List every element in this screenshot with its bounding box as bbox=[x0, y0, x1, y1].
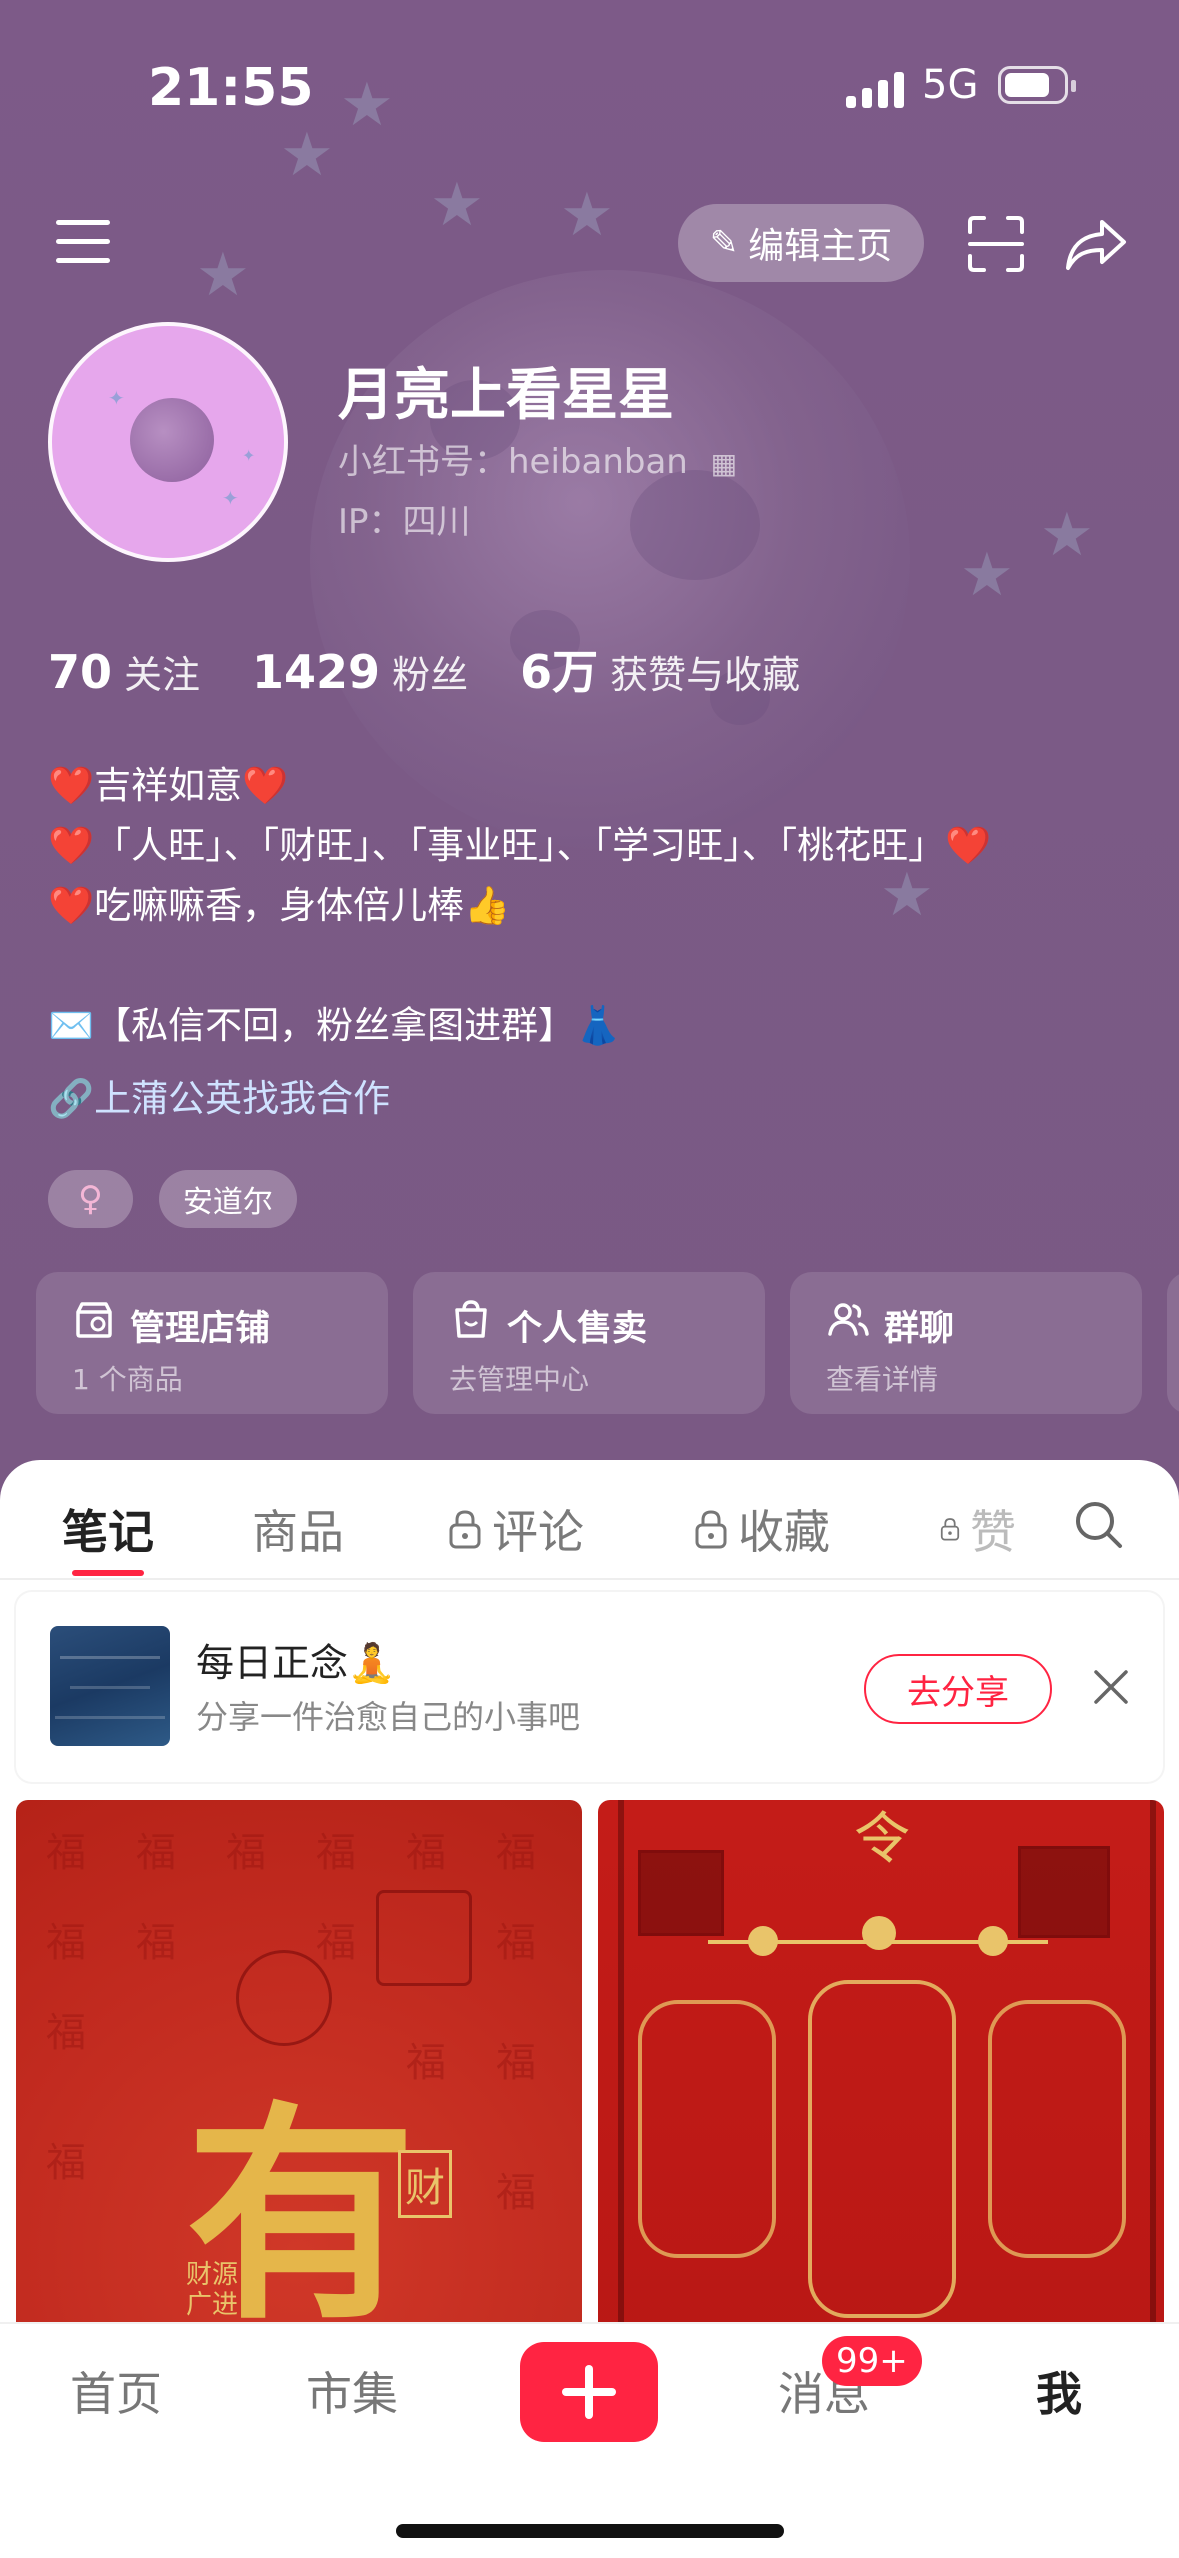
tab-comments[interactable]: 评论 bbox=[448, 1496, 584, 1562]
profile-tabs: 笔记 商品 评论 收藏 赞 bbox=[0, 1460, 1179, 1580]
menu-icon[interactable] bbox=[56, 220, 112, 264]
card-title: 群聊 bbox=[884, 1309, 955, 1349]
stat-value: 6万 bbox=[520, 645, 599, 699]
avatar[interactable]: ✦ ✦ ✦ bbox=[48, 322, 288, 562]
card-title: 个人售卖 bbox=[507, 1309, 648, 1349]
qr-code-icon[interactable]: ▦ bbox=[711, 447, 737, 480]
ip-location: IP：四川 bbox=[338, 502, 471, 542]
tab-label: 赞 bbox=[970, 1505, 1016, 1559]
stat-label: 粉丝 bbox=[392, 653, 469, 697]
group-users-icon bbox=[828, 1303, 869, 1336]
nav-market[interactable]: 市集 bbox=[306, 2358, 398, 2424]
home-indicator bbox=[396, 2524, 784, 2538]
profile-nickname: 月亮上看星星 bbox=[338, 363, 674, 428]
battery-icon bbox=[998, 66, 1076, 104]
feature-cards: 管理店铺 1 个商品 个人售卖 去管理中心 群聊 查看详情 bbox=[36, 1272, 1179, 1414]
lock-icon bbox=[695, 1510, 727, 1549]
cellular-signal-icon bbox=[846, 68, 908, 108]
top-navigation: ✎ 编辑主页 bbox=[0, 196, 1179, 296]
nav-me[interactable]: 我 bbox=[1036, 2358, 1082, 2424]
location-tag: 安道尔 bbox=[158, 1170, 297, 1228]
create-post-button[interactable] bbox=[520, 2342, 658, 2442]
bio-line: ❤️吃嘛嘛香，身体倍儿棒👍 bbox=[48, 884, 511, 927]
message-badge: 99+ bbox=[822, 2336, 922, 2386]
network-type: 5G bbox=[922, 62, 979, 108]
pencil-icon: ✎ bbox=[709, 223, 739, 263]
edit-profile-button[interactable]: ✎ 编辑主页 bbox=[678, 204, 924, 282]
tab-label: 评论 bbox=[492, 1505, 584, 1559]
edit-profile-label: 编辑主页 bbox=[748, 226, 893, 267]
lock-icon bbox=[449, 1510, 481, 1549]
bio-line: ❤️「人旺」、「财旺」、「事业旺」、「学习旺」、「桃花旺」❤️ bbox=[48, 824, 992, 867]
stat-likes-collections[interactable]: 6万 获赞与收藏 bbox=[520, 636, 800, 702]
bio-line: ✉️【私信不回，粉丝拿图进群】👗 bbox=[48, 1004, 622, 1047]
personal-sales-card[interactable]: 个人售卖 去管理中心 bbox=[413, 1272, 765, 1414]
cooperation-label: 上蒲公英找我合作 bbox=[94, 1077, 391, 1120]
cooperation-link[interactable]: 🔗上蒲公英找我合作 bbox=[48, 1068, 390, 1122]
lock-icon bbox=[940, 1518, 960, 1541]
manage-store-card[interactable]: 管理店铺 1 个商品 bbox=[36, 1272, 388, 1414]
store-icon bbox=[76, 1302, 112, 1338]
tab-label: 收藏 bbox=[738, 1505, 830, 1559]
scan-icon[interactable] bbox=[966, 214, 1026, 274]
note-top-char: 令 bbox=[854, 1807, 910, 1872]
tab-collections[interactable]: 收藏 bbox=[694, 1496, 830, 1562]
stat-label: 关注 bbox=[124, 653, 201, 697]
daily-subtitle: 分享一件治愈自己的小事吧 bbox=[196, 1698, 581, 1736]
daily-title: 每日正念🧘 bbox=[196, 1641, 396, 1685]
stat-followers[interactable]: 1429 粉丝 bbox=[252, 644, 468, 699]
group-chat-card[interactable]: 群聊 查看详情 bbox=[790, 1272, 1142, 1414]
profile-stats: 70 关注 1429 粉丝 6万 获赞与收藏 bbox=[48, 636, 852, 699]
stat-value: 70 bbox=[48, 645, 113, 699]
daily-mindfulness-card[interactable]: 每日正念🧘 分享一件治愈自己的小事吧 去分享 bbox=[16, 1592, 1163, 1782]
search-icon[interactable] bbox=[1074, 1500, 1124, 1550]
profile-tags: ♀ 安道尔 bbox=[48, 1170, 323, 1228]
tab-label: 笔记 bbox=[62, 1505, 154, 1559]
stat-label: 获赞与收藏 bbox=[610, 653, 801, 697]
card-subtitle: 去管理中心 bbox=[449, 1363, 590, 1396]
ocean-thumbnail bbox=[50, 1626, 170, 1746]
card-title: 管理店铺 bbox=[130, 1309, 271, 1349]
nav-home[interactable]: 首页 bbox=[70, 2358, 162, 2424]
link-icon: 🔗 bbox=[48, 1077, 95, 1120]
close-icon[interactable] bbox=[1088, 1664, 1134, 1710]
share-icon[interactable] bbox=[1064, 212, 1130, 276]
star-decoration-icon: ★ bbox=[1040, 500, 1094, 570]
gender-tag: ♀ bbox=[48, 1170, 133, 1228]
status-bar: 21:55 5G bbox=[0, 0, 1179, 170]
note-small-seal: 财 bbox=[398, 2150, 452, 2218]
tab-products[interactable]: 商品 bbox=[252, 1496, 344, 1562]
status-time: 21:55 bbox=[148, 58, 314, 118]
card-subtitle: 1 个商品 bbox=[72, 1363, 183, 1396]
bottom-tab-bar: 首页 市集 消息 99+ 我 bbox=[0, 2322, 1179, 2558]
star-decoration-icon: ★ bbox=[960, 540, 1014, 610]
bio-line: ❤️吉祥如意❤️ bbox=[48, 764, 289, 807]
go-share-button[interactable]: 去分享 bbox=[864, 1654, 1052, 1724]
tab-notes[interactable]: 笔记 bbox=[62, 1496, 154, 1562]
active-tab-indicator bbox=[72, 1570, 144, 1576]
card-subtitle: 查看详情 bbox=[826, 1363, 939, 1396]
more-card[interactable] bbox=[1167, 1272, 1179, 1414]
tab-likes[interactable]: 赞 bbox=[940, 1496, 1016, 1562]
tab-label: 商品 bbox=[252, 1505, 344, 1559]
stat-value: 1429 bbox=[252, 645, 381, 699]
stat-following[interactable]: 70 关注 bbox=[48, 644, 200, 699]
profile-bio: ❤️吉祥如意❤️ ❤️「人旺」、「财旺」、「事业旺」、「学习旺」、「桃花旺」❤️… bbox=[48, 756, 1128, 1056]
red-id-text: 小红书号：heibanban bbox=[338, 442, 688, 482]
shopping-bag-icon bbox=[455, 1300, 487, 1338]
red-id[interactable]: 小红书号：heibanban ▦ bbox=[338, 434, 737, 483]
note-seal-text: 财源广进 bbox=[186, 2260, 239, 2320]
